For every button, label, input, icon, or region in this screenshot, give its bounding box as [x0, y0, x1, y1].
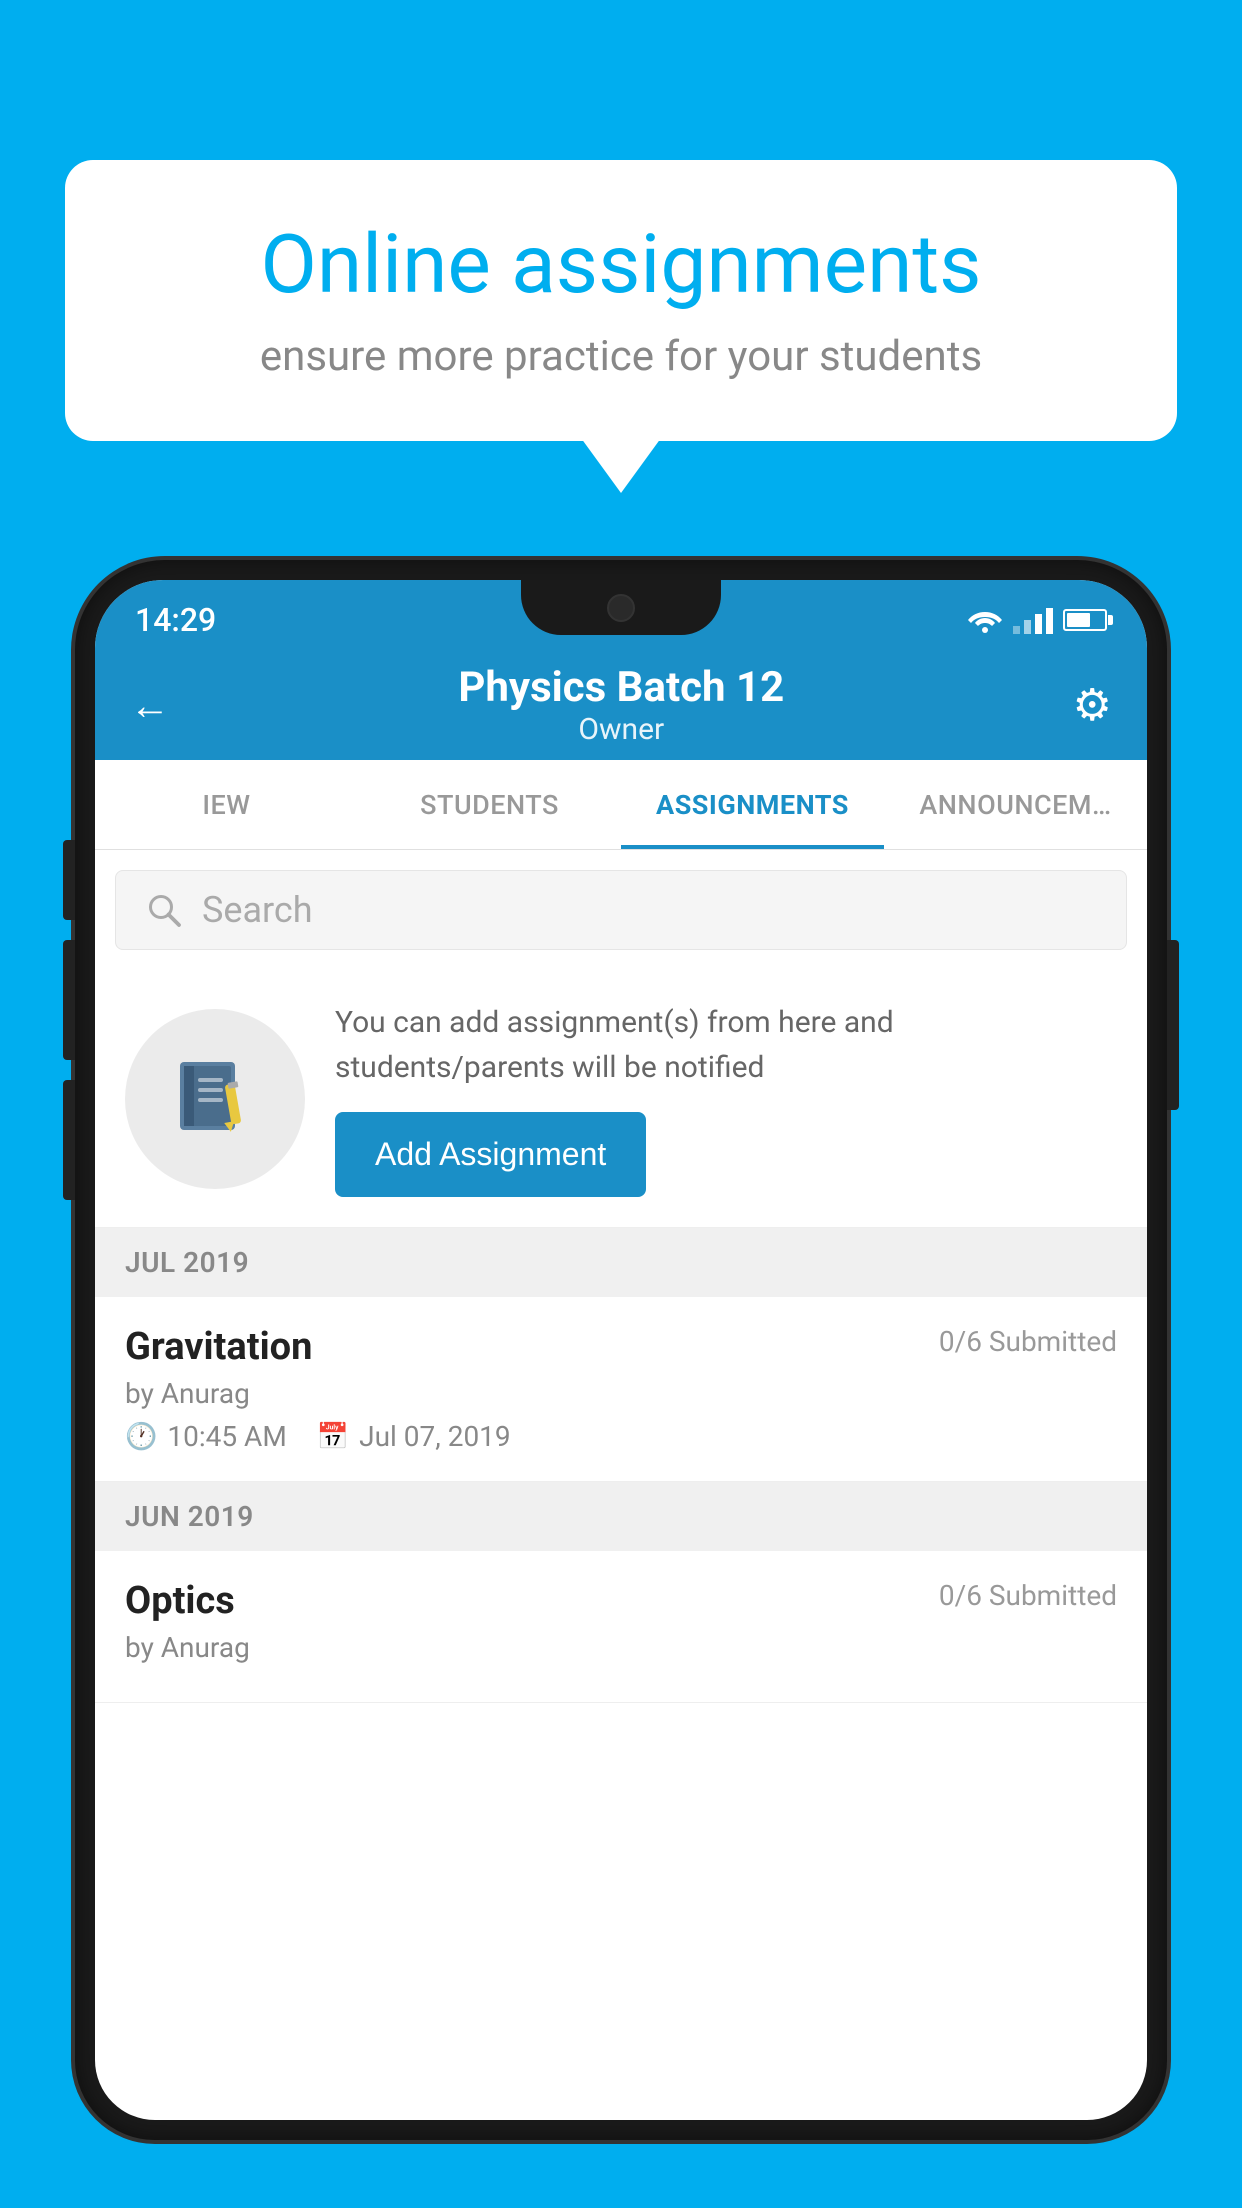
camera: [607, 594, 635, 622]
calendar-icon: 📅: [317, 1422, 349, 1452]
back-button[interactable]: ←: [130, 682, 170, 729]
phone-screen: 14:29: [95, 580, 1147, 2120]
wifi-icon: [967, 606, 1003, 634]
tab-announcements[interactable]: ANNOUNCEM…: [884, 760, 1147, 849]
search-icon: [146, 892, 182, 928]
add-assignment-button[interactable]: Add Assignment: [335, 1112, 646, 1197]
meta-time-value: 10:45 AM: [167, 1420, 286, 1453]
assignment-by-gravitation: by Anurag: [125, 1377, 1117, 1410]
signal-icon: [1013, 606, 1053, 634]
notebook-icon: [170, 1054, 260, 1144]
section-header-jul: JUL 2019: [95, 1228, 1147, 1297]
search-container: Search: [95, 850, 1147, 970]
clock-icon: 🕐: [125, 1422, 157, 1452]
tab-iew[interactable]: IEW: [95, 760, 358, 849]
phone-notch: [521, 580, 721, 635]
status-icons: [967, 606, 1107, 634]
section-header-jun: JUN 2019: [95, 1482, 1147, 1551]
meta-time-gravitation: 🕐 10:45 AM: [125, 1420, 287, 1453]
phone-btn-silent: [63, 1080, 75, 1200]
search-placeholder: Search: [202, 889, 313, 931]
info-description: You can add assignment(s) from here and …: [335, 1000, 1117, 1090]
assignment-submitted-gravitation: 0/6 Submitted: [939, 1325, 1117, 1358]
header-title-container: Physics Batch 12 Owner: [170, 663, 1073, 747]
assignment-submitted-optics: 0/6 Submitted: [939, 1579, 1117, 1612]
tab-students[interactable]: STUDENTS: [358, 760, 621, 849]
assignment-by-optics: by Anurag: [125, 1631, 1117, 1664]
phone-btn-volume-up: [63, 840, 75, 920]
assignment-name-gravitation: Gravitation: [125, 1325, 312, 1369]
info-text-area: You can add assignment(s) from here and …: [335, 1000, 1117, 1197]
phone-mockup: 14:29: [75, 560, 1167, 2208]
assignment-meta-gravitation: 🕐 10:45 AM 📅 Jul 07, 2019: [125, 1420, 1117, 1453]
assignment-row-top: Gravitation 0/6 Submitted: [125, 1325, 1117, 1369]
bubble-subtitle: ensure more practice for your students: [135, 332, 1107, 381]
bubble-title: Online assignments: [135, 220, 1107, 310]
batch-subtitle: Owner: [170, 712, 1073, 747]
phone-btn-volume-down: [63, 940, 75, 1060]
batch-title: Physics Batch 12: [170, 663, 1073, 712]
search-bar[interactable]: Search: [115, 870, 1127, 950]
speech-bubble: Online assignments ensure more practice …: [65, 160, 1177, 441]
assignment-item-optics[interactable]: Optics 0/6 Submitted by Anurag: [95, 1551, 1147, 1703]
phone-btn-power: [1167, 940, 1179, 1110]
tabs-container: IEW STUDENTS ASSIGNMENTS ANNOUNCEM…: [95, 760, 1147, 850]
meta-date-value: Jul 07, 2019: [359, 1420, 511, 1453]
assignment-name-optics: Optics: [125, 1579, 235, 1623]
settings-icon[interactable]: ⚙: [1073, 679, 1112, 731]
speech-bubble-container: Online assignments ensure more practice …: [65, 160, 1177, 441]
assignment-icon-circle: [125, 1009, 305, 1189]
info-card: You can add assignment(s) from here and …: [95, 970, 1147, 1228]
battery-icon: [1063, 609, 1107, 631]
tab-assignments[interactable]: ASSIGNMENTS: [621, 760, 884, 849]
status-time: 14:29: [135, 601, 216, 639]
meta-date-gravitation: 📅 Jul 07, 2019: [317, 1420, 511, 1453]
assignment-row-top-optics: Optics 0/6 Submitted: [125, 1579, 1117, 1623]
assignment-item-gravitation[interactable]: Gravitation 0/6 Submitted by Anurag 🕐 10…: [95, 1297, 1147, 1482]
app-header: ← Physics Batch 12 Owner ⚙: [95, 650, 1147, 760]
